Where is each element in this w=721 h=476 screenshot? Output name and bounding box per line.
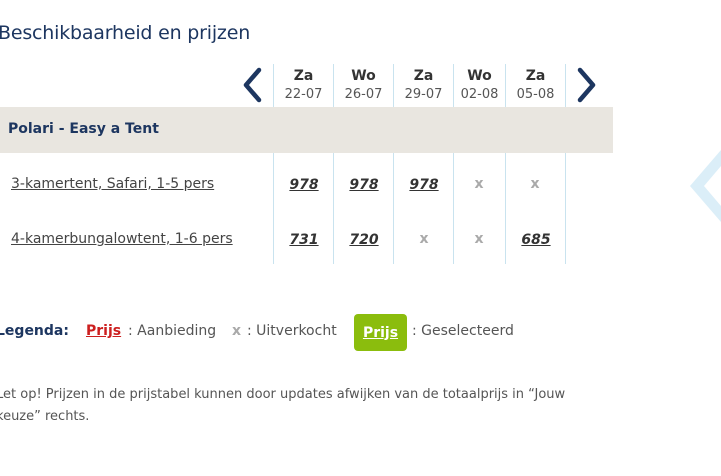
price-cell[interactable]: 685: [508, 232, 564, 248]
date-header: Wo 26-07: [334, 66, 393, 106]
column-divider: [565, 64, 566, 264]
soldout-cell: x: [419, 231, 429, 247]
price-cell[interactable]: 731: [276, 232, 332, 248]
legend-selected-text: : Geselecteerd: [412, 323, 514, 339]
date-weekday: Za: [293, 68, 314, 84]
legend-offer-text: : Aanbieding: [128, 323, 217, 339]
date-value: 29-07: [404, 87, 443, 102]
date-weekday: Za: [413, 68, 434, 84]
price-disclaimer-note: Let op! Prijzen in de prijstabel kunnen …: [0, 387, 566, 424]
date-weekday: Wo: [351, 68, 376, 84]
date-value: 26-07: [344, 87, 383, 102]
date-value: 22-07: [284, 87, 323, 102]
date-value: 02-08: [460, 87, 499, 102]
date-header: Za 05-08: [506, 66, 565, 106]
soldout-cell: x: [474, 231, 484, 247]
date-value: 05-08: [516, 87, 555, 102]
legend-selected-sample: Prijs: [354, 314, 407, 351]
decorative-chevron-icon: [690, 150, 721, 222]
property-name: Polari - Easy a Tent: [8, 121, 159, 137]
accommodation-link[interactable]: 3-kamertent, Safari, 1-5 pers: [11, 176, 214, 192]
date-header: Za 22-07: [274, 66, 333, 106]
next-dates-button[interactable]: [573, 66, 601, 104]
legend-soldout-text: : Uitverkocht: [247, 323, 337, 339]
date-weekday: Za: [525, 68, 546, 84]
date-header: Za 29-07: [394, 66, 453, 106]
price-cell[interactable]: 720: [336, 232, 392, 248]
price-cell[interactable]: 978: [336, 177, 392, 193]
date-weekday: Wo: [467, 68, 492, 84]
legend-label: Legenda:: [0, 323, 69, 339]
soldout-cell: x: [530, 176, 540, 192]
date-header: Wo 02-08: [454, 66, 505, 106]
price-cell[interactable]: 978: [276, 177, 332, 193]
previous-dates-button[interactable]: [238, 66, 266, 104]
chevron-left-icon: [243, 67, 262, 103]
accommodation-link[interactable]: 4-kamerbungalowtent, 1-6 pers: [11, 231, 233, 247]
legend-offer-sample: Prijs: [86, 323, 122, 339]
legend-soldout-sample: x: [232, 323, 242, 339]
price-cell[interactable]: 978: [396, 177, 452, 193]
chevron-right-icon: [577, 67, 596, 103]
section-title: Beschikbaarheid en prijzen: [0, 22, 251, 44]
soldout-cell: x: [474, 176, 484, 192]
